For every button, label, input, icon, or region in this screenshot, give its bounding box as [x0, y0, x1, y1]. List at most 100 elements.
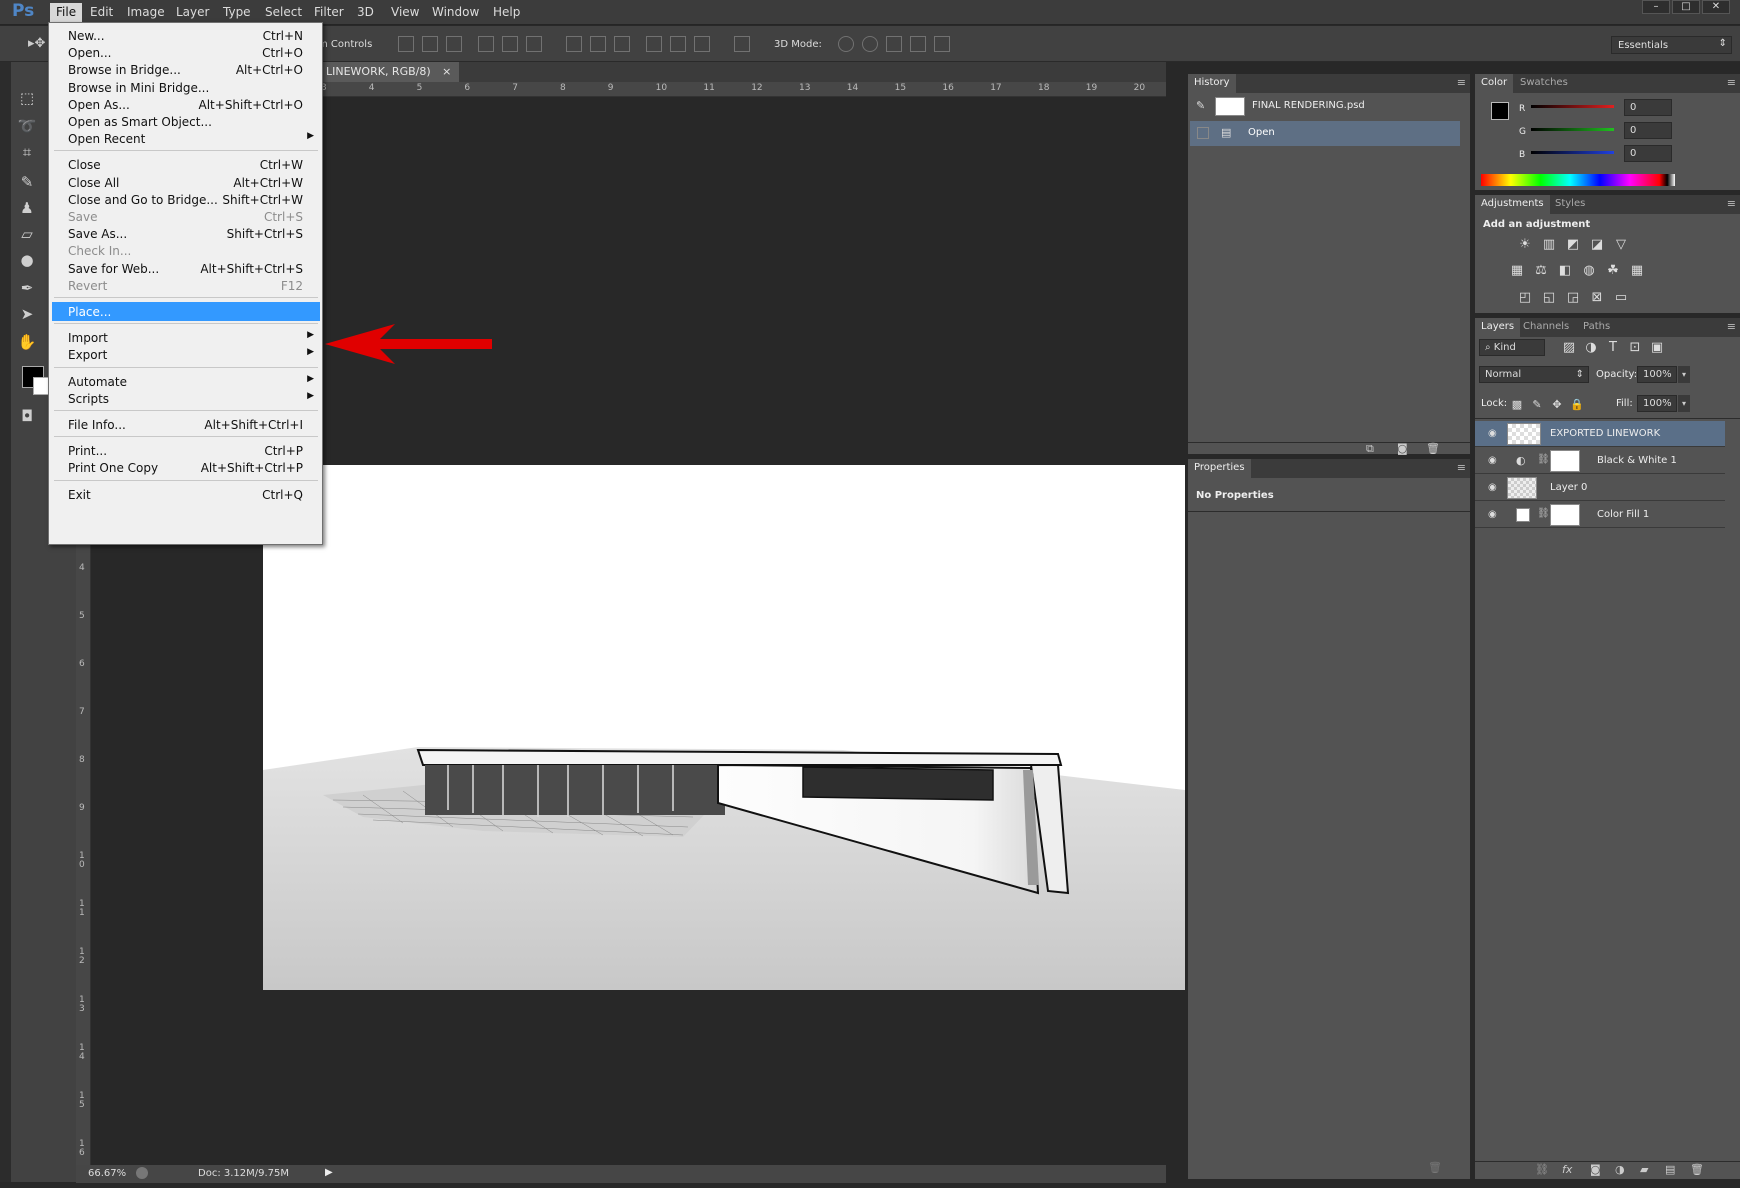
workspace-dropdown[interactable]: Essentials ⇕ [1611, 36, 1732, 54]
menu-type[interactable]: Type [223, 5, 251, 19]
invert-icon[interactable]: ◰ [1517, 290, 1533, 306]
3d-scale-icon[interactable] [934, 36, 950, 52]
crop-tool-icon[interactable]: ⌗ [17, 142, 37, 162]
lock-icon[interactable]: 🔒 [1569, 397, 1585, 413]
filter-smart-object-icon[interactable]: ▣ [1649, 340, 1665, 356]
layer-row-black-white[interactable]: ◉ ◐ ⛓ Black & White 1 [1475, 448, 1725, 474]
new-layer-icon[interactable]: ▤ [1665, 1163, 1675, 1176]
panel-menu-icon[interactable]: ≡ [1457, 76, 1466, 89]
file-menu-item-browse-in-bridge[interactable]: Browse in Bridge... Alt+Ctrl+O [52, 60, 320, 79]
menu-edit[interactable]: Edit [90, 5, 113, 19]
zoom-level[interactable]: 66.67% [88, 1168, 126, 1179]
green-value[interactable]: 0 [1624, 122, 1672, 139]
levels-icon[interactable]: ▥ [1541, 237, 1557, 253]
threshold-icon[interactable]: ◲ [1565, 290, 1581, 306]
link-icon[interactable]: ⛓ [1537, 508, 1550, 519]
history-state[interactable]: ▤ Open [1190, 121, 1460, 146]
3d-slide-icon[interactable] [910, 36, 926, 52]
menu-select[interactable]: Select [265, 5, 302, 19]
filter-shape-icon[interactable]: ⊡ [1627, 340, 1643, 356]
exposure-icon[interactable]: ◪ [1589, 237, 1605, 253]
distribute-top-icon[interactable] [566, 36, 582, 52]
green-slider[interactable] [1531, 128, 1614, 131]
history-checkbox[interactable] [1197, 127, 1209, 139]
document-tab[interactable]: LINEWORK, RGB/8) × [318, 62, 460, 82]
trash-icon[interactable]: 🗑 [1690, 1163, 1704, 1176]
fill-field[interactable]: 100% [1637, 395, 1677, 412]
blue-slider[interactable] [1531, 151, 1614, 154]
file-menu-item-new[interactable]: New... Ctrl+N [52, 26, 320, 45]
hand-tool-icon[interactable]: ✋ [17, 332, 37, 352]
distribute-left-icon[interactable] [646, 36, 662, 52]
fill-chevron-icon[interactable]: ▾ [1678, 395, 1690, 412]
align-bottom-icon[interactable] [446, 36, 462, 52]
file-menu-item-revert[interactable]: Revert F12 [52, 276, 320, 295]
marquee-tool-icon[interactable]: ⬚ [17, 88, 37, 108]
clone-stamp-icon[interactable]: ♟ [17, 198, 37, 218]
menu-filter[interactable]: Filter [314, 5, 344, 19]
panel-menu-icon[interactable]: ≡ [1727, 197, 1736, 210]
tab-styles[interactable]: Styles [1555, 198, 1585, 209]
align-left-icon[interactable] [478, 36, 494, 52]
auto-align-icon[interactable] [734, 36, 750, 52]
lock-transparency-icon[interactable]: ▩ [1509, 397, 1525, 413]
layer-row-layer-0[interactable]: ◉ Layer 0 [1475, 475, 1725, 501]
trash-icon[interactable]: 🗑 [1426, 442, 1440, 455]
status-options-icon[interactable] [136, 1167, 148, 1179]
align-top-icon[interactable] [398, 36, 414, 52]
add-mask-icon[interactable]: ◙ [1590, 1163, 1601, 1176]
selective-color-icon[interactable]: ⊠ [1589, 290, 1605, 306]
align-hcenter-icon[interactable] [502, 36, 518, 52]
black-white-icon[interactable]: ◧ [1557, 263, 1573, 279]
file-menu-item-check-in[interactable]: Check In... [52, 241, 320, 260]
color-fg-swatch[interactable] [1491, 102, 1509, 120]
brightness-contrast-icon[interactable]: ☀ [1517, 237, 1533, 253]
3d-pan-icon[interactable] [886, 36, 902, 52]
link-layers-icon[interactable]: ⛓ [1535, 1163, 1549, 1176]
opacity-field[interactable]: 100% [1637, 366, 1677, 383]
blue-value[interactable]: 0 [1624, 145, 1672, 162]
link-icon[interactable]: ⛓ [1537, 454, 1550, 465]
layer-row-exported-linework[interactable]: ◉ EXPORTED LINEWORK [1475, 421, 1725, 447]
file-menu-item-automate[interactable]: Automate ▶ [52, 372, 320, 391]
file-menu-item-open-as[interactable]: Open As... Alt+Shift+Ctrl+O [52, 95, 320, 114]
distribute-right-icon[interactable] [694, 36, 710, 52]
file-menu-item-open[interactable]: Open... Ctrl+O [52, 43, 320, 62]
menu-view[interactable]: View [391, 5, 419, 19]
file-menu-item-place[interactable]: Place... [52, 302, 320, 321]
file-menu-item-file-info[interactable]: File Info... Alt+Shift+Ctrl+I [52, 415, 320, 434]
minimize-button[interactable]: – [1642, 0, 1670, 14]
menu-3d[interactable]: 3D [357, 5, 374, 19]
file-menu-item-close-and-go-to-bridge[interactable]: Close and Go to Bridge... Shift+Ctrl+W [52, 190, 320, 209]
tab-history[interactable]: History [1188, 74, 1236, 93]
blend-mode-dropdown[interactable]: Normal ⇕ [1479, 366, 1589, 383]
move-tool-icon[interactable]: ▸✥ [28, 36, 45, 51]
close-button[interactable]: ✕ [1702, 0, 1730, 14]
status-menu-arrow-icon[interactable]: ▶ [325, 1167, 333, 1178]
file-menu-item-open-recent[interactable]: Open Recent ▶ [52, 129, 320, 148]
file-menu-item-open-as-smart-object[interactable]: Open as Smart Object... [52, 112, 320, 131]
eye-icon[interactable]: ◉ [1488, 428, 1497, 439]
align-vcenter-icon[interactable] [422, 36, 438, 52]
lasso-tool-icon[interactable]: ➰ [17, 116, 37, 136]
file-menu-item-browse-in-mini-bridge[interactable]: Browse in Mini Bridge... [52, 78, 320, 97]
color-spectrum-ramp[interactable] [1481, 174, 1675, 186]
blur-tool-icon[interactable]: ● [17, 250, 37, 270]
document-canvas[interactable] [263, 465, 1185, 990]
hue-saturation-icon[interactable]: ▦ [1509, 263, 1525, 279]
layer-row-color-fill[interactable]: ◉ ⛓ Color Fill 1 [1475, 502, 1725, 528]
file-menu-item-save[interactable]: Save Ctrl+S [52, 207, 320, 226]
red-slider[interactable] [1531, 105, 1614, 108]
menu-window[interactable]: Window [432, 5, 479, 19]
fx-icon[interactable]: fx [1562, 1163, 1572, 1176]
file-menu-item-exit[interactable]: Exit Ctrl+Q [52, 485, 320, 504]
maximize-button[interactable]: □ [1672, 0, 1700, 14]
vibrance-icon[interactable]: ▽ [1613, 237, 1629, 253]
trash-icon[interactable]: 🗑 [1428, 1161, 1442, 1174]
menu-layer[interactable]: Layer [176, 5, 209, 19]
history-snapshot[interactable]: ✎ FINAL RENDERING.psd [1190, 94, 1460, 119]
filter-type-icon[interactable]: T [1605, 340, 1621, 356]
new-group-icon[interactable]: ▰ [1640, 1163, 1648, 1176]
lock-pixels-icon[interactable]: ✎ [1529, 397, 1545, 413]
file-menu-item-close-all[interactable]: Close All Alt+Ctrl+W [52, 173, 320, 192]
